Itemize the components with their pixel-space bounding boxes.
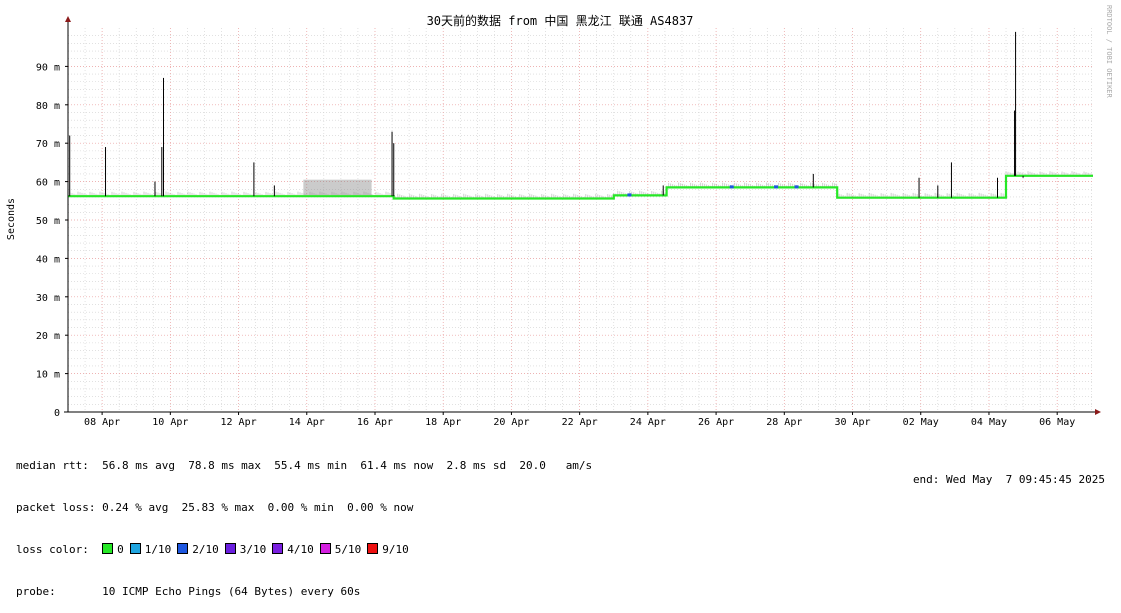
median-rtt-label: median rtt: <box>16 459 89 472</box>
loss-mark <box>794 185 799 189</box>
latency-chart: 0 10 m 20 m 30 m 40 m 50 m 60 m 70 m 80 m 90 m 08… <box>6 5 1113 428</box>
packet-loss-values: 0.24 % avg 25.83 % max 0.00 % min 0.00 %… <box>102 501 414 514</box>
loss-color-item-label: 0 <box>117 543 124 556</box>
loss-color-item-label: 4/10 <box>287 543 314 556</box>
x-tick-label: 24 Apr <box>630 417 666 428</box>
packet-loss-row: packet loss: 0.24 % avg 25.83 % max 0.00… <box>16 501 592 515</box>
loss-color-item-label: 3/10 <box>239 543 267 556</box>
x-tick-label: 20 Apr <box>493 417 529 428</box>
rrdtool-watermark: RRDTOOL / TOBI OETIKER <box>1105 5 1113 99</box>
loss-color-row: loss color: 0 1/10 2/10 3/10 4/10 5/10 9/10 <box>16 543 592 557</box>
y-tick-label: 20 m <box>36 331 60 342</box>
median-rtt-values: 56.8 ms avg 78.8 ms max 55.4 ms min 61.4… <box>102 459 593 472</box>
x-tick-label: 28 Apr <box>766 417 802 428</box>
loss-color-item: 1/10 <box>129 543 172 556</box>
loss-color-swatch <box>224 543 236 554</box>
spike-marks <box>69 31 1024 198</box>
packet-loss-label: packet loss: <box>16 501 96 514</box>
probe-row: probe: 10 ICMP Echo Pings (64 Bytes) eve… <box>16 585 592 599</box>
loss-color-swatch <box>129 543 141 554</box>
y-tick-label: 10 m <box>36 370 60 381</box>
end-timestamp: end: Wed May 7 09:45:45 2025 <box>912 473 1105 486</box>
x-tick-label: 04 May <box>971 417 1007 428</box>
loss-color-swatch <box>319 543 331 554</box>
loss-mark <box>729 185 734 189</box>
y-tick-label: 40 m <box>36 254 60 265</box>
loss-color-swatch <box>177 543 189 554</box>
y-tick-label: 60 m <box>36 178 60 189</box>
y-tick-label: 0 <box>54 408 60 419</box>
median-rtt-row: median rtt: 56.8 ms avg 78.8 ms max 55.4… <box>16 459 592 473</box>
x-tick-label: 12 Apr <box>220 417 256 428</box>
x-tick-label: 22 Apr <box>562 417 598 428</box>
loss-color-swatch <box>367 543 379 554</box>
loss-color-item: 9/10 <box>367 543 409 556</box>
y-axis-label: Seconds <box>6 198 17 240</box>
loss-color-item-label: 5/10 <box>334 543 362 556</box>
x-tick-label: 16 Apr <box>357 417 393 428</box>
loss-mark <box>774 185 779 189</box>
y-tick-label: 80 m <box>36 101 60 112</box>
y-tick-label: 50 m <box>36 216 60 227</box>
x-tick-label: 10 Apr <box>152 417 188 428</box>
axes <box>64 16 1101 415</box>
y-tick-label: 30 m <box>36 293 60 304</box>
loss-color-label: loss color: <box>16 543 89 556</box>
chart-title: 30天前的数据 from 中国 黑龙江 联通 AS4837 <box>427 13 694 28</box>
loss-color-swatch <box>272 543 284 554</box>
x-tick-label: 08 Apr <box>84 417 120 428</box>
x-tick-labels: 08 Apr 10 Apr 12 Apr 14 Apr 16 Apr 18 Apr 20 A… <box>84 417 1075 428</box>
x-tick-label: 26 Apr <box>698 417 734 428</box>
smoke-band-dense <box>303 179 372 196</box>
x-tick-label: 14 Apr <box>289 417 325 428</box>
y-tick-labels: 0 10 m 20 m 30 m 40 m 50 m 60 m 70 m 80 m 90 m <box>36 62 60 419</box>
loss-mark <box>627 193 632 197</box>
loss-color-item-label: 9/10 <box>382 543 409 556</box>
probe-value: 10 ICMP Echo Pings (64 Bytes) every 60s <box>102 585 361 598</box>
x-tick-label: 02 May <box>903 417 939 428</box>
loss-color-item: 5/10 <box>319 543 362 556</box>
legend: median rtt: 56.8 ms avg 78.8 ms max 55.4… <box>16 431 592 613</box>
loss-color-swatches: 0 1/10 2/10 3/10 4/10 5/10 9/10 <box>102 543 415 556</box>
x-axis-arrow <box>1095 409 1101 415</box>
loss-color-swatch <box>102 543 114 554</box>
x-tick-label: 18 Apr <box>425 417 461 428</box>
y-axis-arrow <box>65 16 71 22</box>
x-tick-label: 30 Apr <box>834 417 870 428</box>
loss-color-item-label: 2/10 <box>192 543 219 556</box>
probe-label: probe: <box>16 585 56 598</box>
loss-color-item: 4/10 <box>272 543 314 556</box>
loss-color-item: 2/10 <box>177 543 219 556</box>
loss-color-item-label: 1/10 <box>144 543 172 556</box>
y-tick-label: 90 m <box>36 62 60 73</box>
x-tick-label: 06 May <box>1039 417 1075 428</box>
y-tick-label: 70 m <box>36 139 60 150</box>
loss-color-item: 0 <box>102 543 124 556</box>
loss-color-item: 3/10 <box>224 543 267 556</box>
grid-lines <box>68 28 1093 412</box>
